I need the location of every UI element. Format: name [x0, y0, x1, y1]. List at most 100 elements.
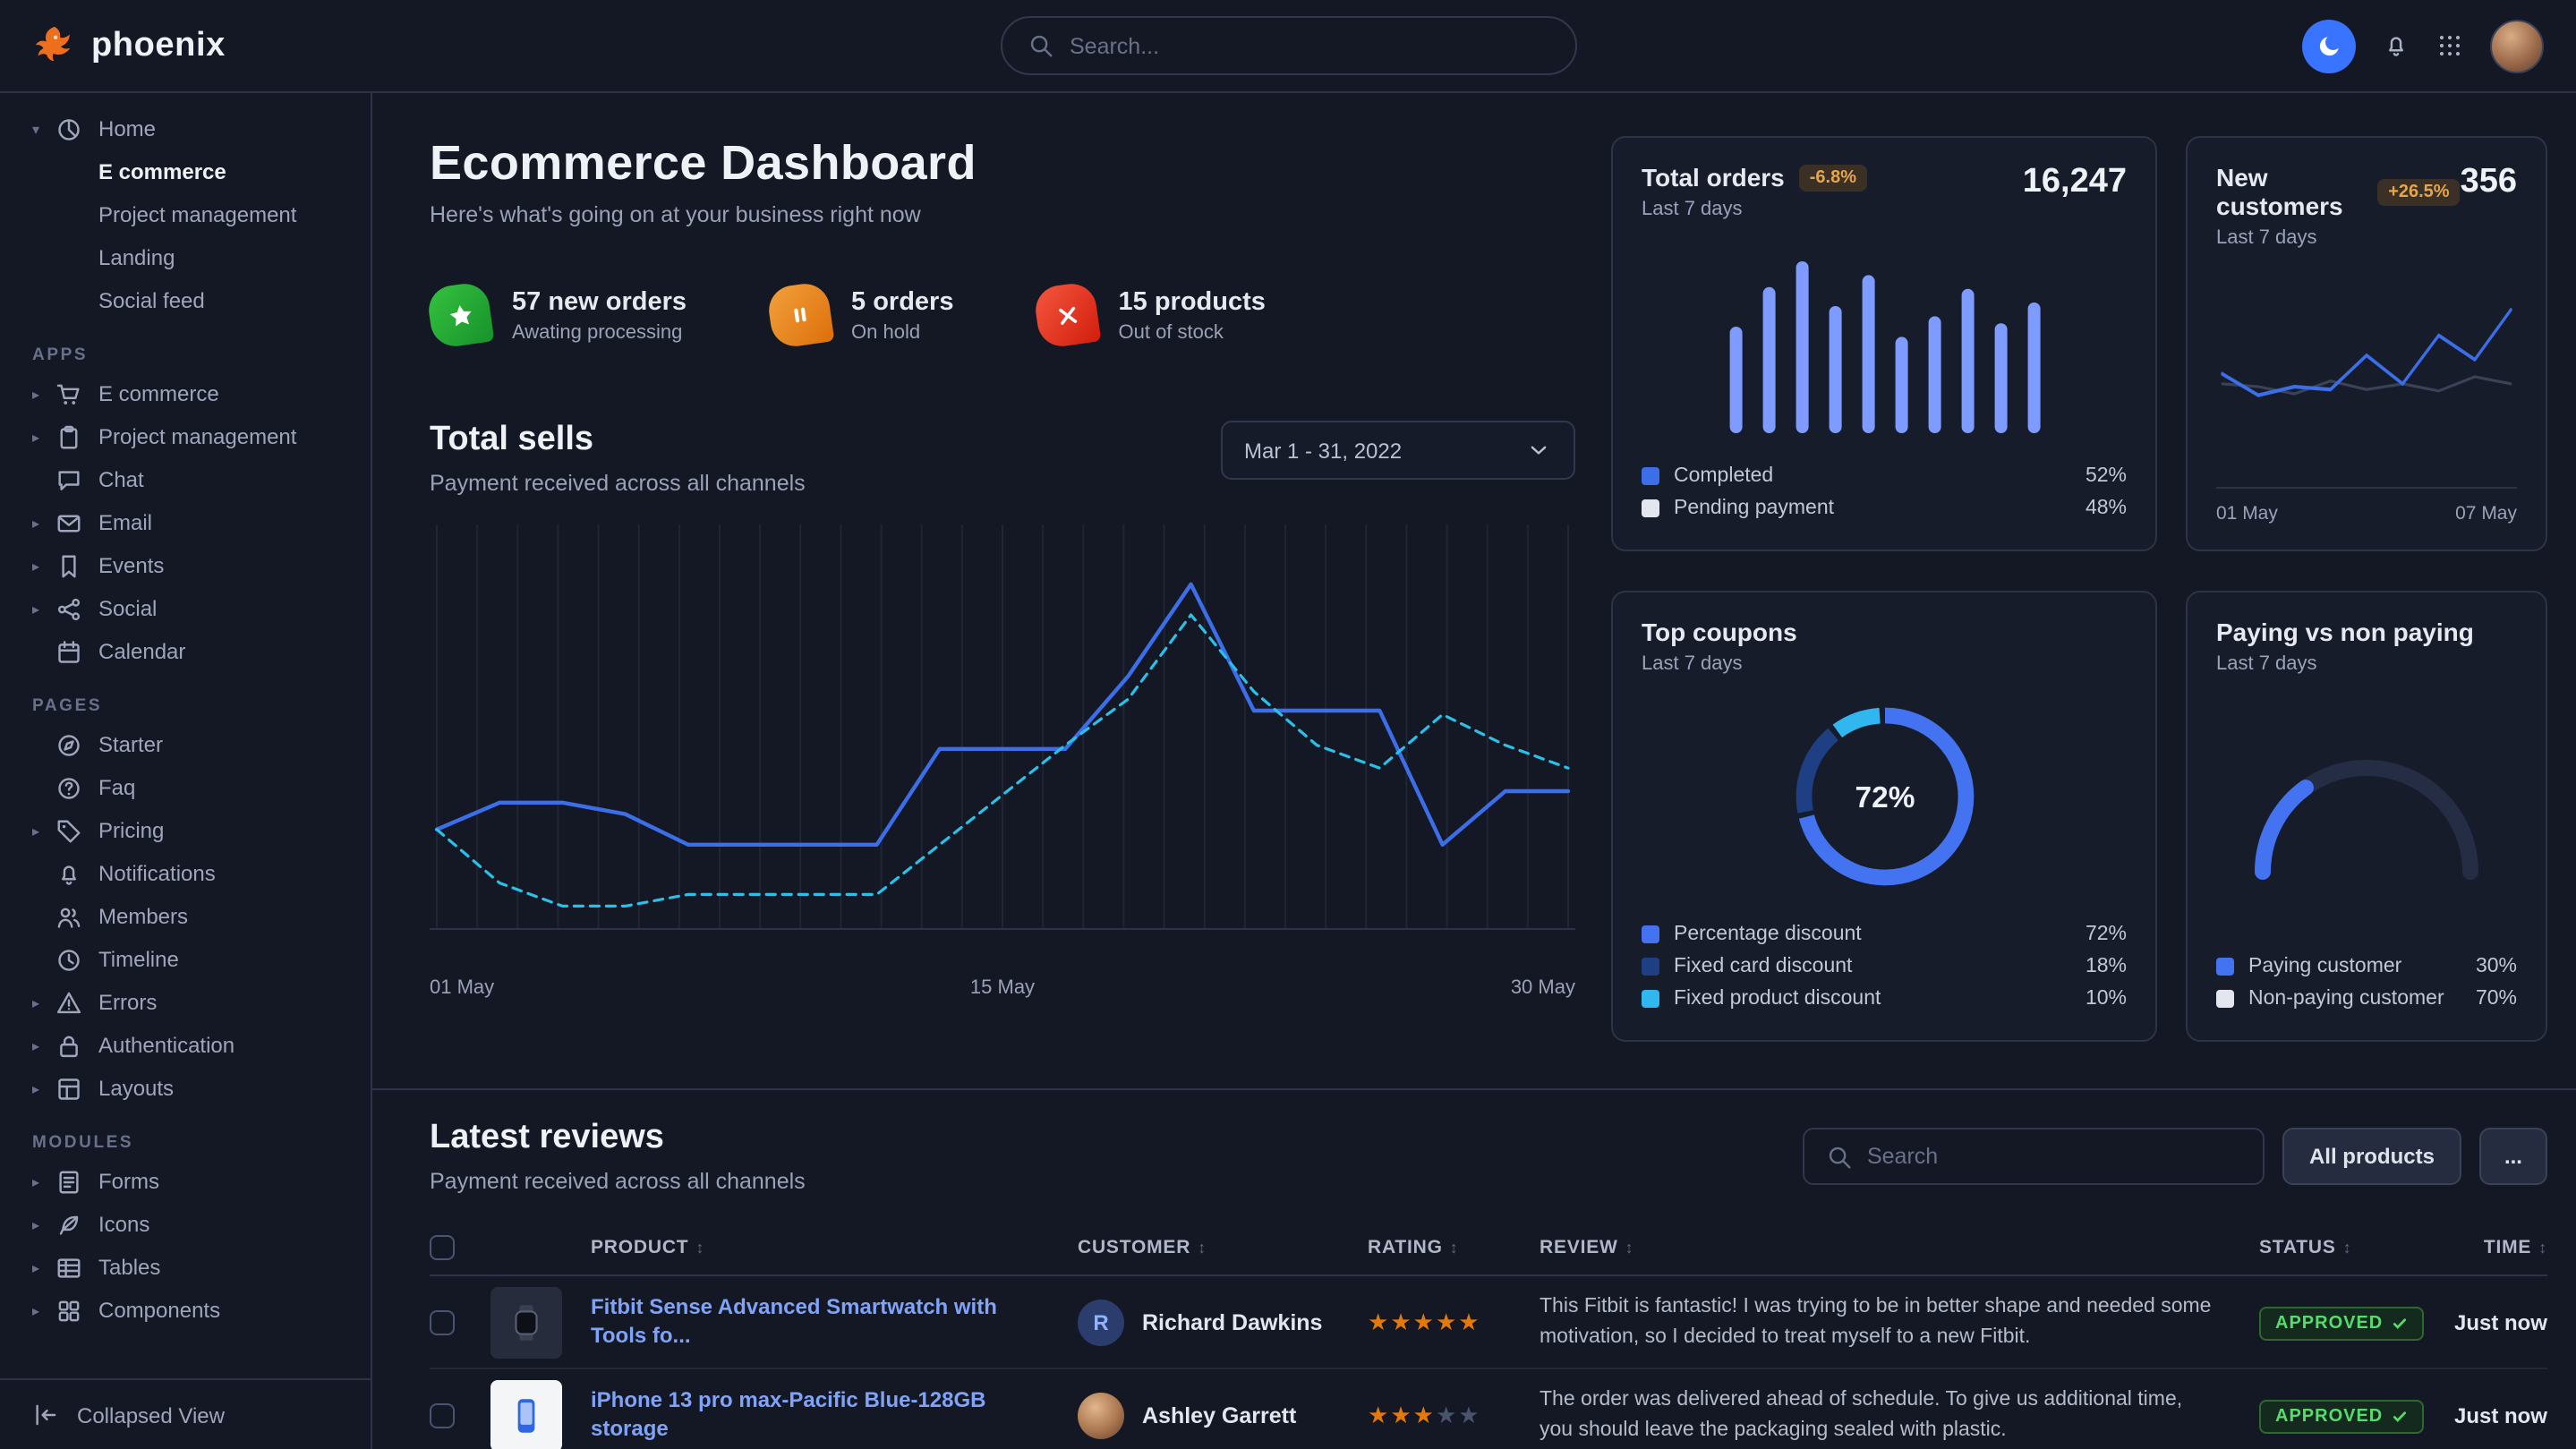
status-badge: APPROVED: [2259, 1306, 2424, 1340]
column-header-review[interactable]: REVIEW↕: [1540, 1236, 2259, 1257]
sort-icon: ↕: [1450, 1238, 1459, 1256]
reviews-subtitle: Payment received across all channels: [430, 1169, 806, 1194]
sidebar-item-e-commerce[interactable]: ▸E commerce: [0, 372, 371, 415]
users-icon: [55, 903, 82, 930]
sidebar-subitem-social-feed[interactable]: Social feed: [0, 279, 371, 322]
star-icon: ★: [1413, 1401, 1436, 1428]
legend-value: 52%: [2086, 465, 2127, 487]
sidebar-item-icons[interactable]: ▸Icons: [0, 1203, 371, 1246]
legend-swatch: [2216, 958, 2234, 976]
notifications-button[interactable]: [2383, 32, 2410, 59]
legend-swatch: [1642, 467, 1659, 485]
column-header-customer[interactable]: CUSTOMER↕: [1078, 1236, 1368, 1257]
row-checkbox[interactable]: [430, 1402, 455, 1428]
star-icon: [426, 281, 495, 350]
sidebar-item-layouts[interactable]: ▸Layouts: [0, 1067, 371, 1110]
share-icon: [55, 595, 82, 622]
sidebar-item-timeline[interactable]: Timeline: [0, 938, 371, 981]
sidebar-item-members[interactable]: Members: [0, 895, 371, 938]
collapsed-view-toggle[interactable]: Collapsed View: [0, 1378, 371, 1449]
legend-value: 48%: [2086, 498, 2127, 519]
sidebar-item-calendar[interactable]: Calendar: [0, 630, 371, 673]
sidebar-item-authentication[interactable]: ▸Authentication: [0, 1024, 371, 1067]
reviews-search-input[interactable]: [1867, 1144, 2241, 1169]
select-all-checkbox[interactable]: [430, 1234, 455, 1259]
sidebar-item-notifications[interactable]: Notifications: [0, 852, 371, 895]
review-time: Just now: [2442, 1309, 2547, 1334]
sidebar-item-label: Social: [98, 596, 157, 621]
x-label-end: 07 May: [2455, 503, 2517, 524]
legend-swatch: [1642, 958, 1659, 976]
product-link[interactable]: iPhone 13 pro max-Pacific Blue-128GB sto…: [591, 1387, 1078, 1443]
caret-icon: ▸: [32, 558, 55, 574]
star-icon: ★: [1413, 1308, 1436, 1334]
sidebar-item-email[interactable]: ▸Email: [0, 501, 371, 544]
sidebar-item-project-management[interactable]: ▸Project management: [0, 415, 371, 458]
star-icon: ★: [1368, 1308, 1390, 1334]
sidebar-nav: ▾HomeE commerceProject managementLanding…: [0, 107, 371, 1332]
sidebar-item-tables[interactable]: ▸Tables: [0, 1246, 371, 1289]
sidebar-item-home[interactable]: ▾Home: [0, 107, 371, 150]
sidebar-item-starter[interactable]: Starter: [0, 723, 371, 766]
total-orders-legend: Completed52%Pending payment48%: [1642, 460, 2127, 524]
brand-logo[interactable]: phoenix: [32, 23, 226, 68]
user-avatar[interactable]: [2490, 19, 2544, 72]
column-header-rating[interactable]: RATING↕: [1368, 1236, 1540, 1257]
sidebar-subitem-e-commerce[interactable]: E commerce: [0, 150, 371, 193]
search-input[interactable]: [1070, 33, 1549, 58]
legend-value: 10%: [2086, 988, 2127, 1010]
sidebar-item-errors[interactable]: ▸Errors: [0, 981, 371, 1024]
total-orders-chart: [1642, 240, 2126, 440]
product-thumbnail: [490, 1286, 562, 1358]
sidebar-item-label: Home: [98, 116, 156, 141]
caret-icon: ▸: [32, 1173, 55, 1189]
column-header-time[interactable]: TIME↕: [2442, 1236, 2547, 1257]
sidebar-item-label: Tables: [98, 1255, 160, 1280]
column-header-status[interactable]: STATUS↕: [2259, 1236, 2442, 1257]
sidebar-subitem-landing[interactable]: Landing: [0, 236, 371, 279]
latest-reviews-section: Latest reviews Payment received across a…: [372, 1090, 2576, 1449]
bell-icon: [2383, 32, 2410, 59]
reviews-search[interactable]: [1803, 1128, 2265, 1185]
bookmark-icon: [55, 552, 82, 579]
card-title: Top coupons: [1642, 618, 1797, 646]
sidebar-item-label: E commerce: [98, 381, 219, 406]
new-customers-card: New customers +26.5% Last 7 days 356 01 …: [2186, 136, 2547, 551]
search-icon: [1027, 32, 1053, 59]
sidebar-item-events[interactable]: ▸Events: [0, 544, 371, 587]
card-caption: Last 7 days: [2216, 653, 2517, 675]
sort-icon: ↕: [695, 1238, 704, 1256]
sidebar-item-chat[interactable]: Chat: [0, 458, 371, 501]
navbar-search[interactable]: [1000, 16, 1576, 75]
sidebar-item-components[interactable]: ▸Components: [0, 1289, 371, 1332]
stat-caption: Out of stock: [1119, 321, 1266, 343]
legend-item: Completed52%: [1642, 460, 2127, 492]
top-coupons-chart: 72%: [1778, 691, 1990, 902]
legend-item: Fixed card discount18%: [1642, 950, 2127, 983]
product-link[interactable]: Fitbit Sense Advanced Smartwatch with To…: [591, 1294, 1078, 1350]
sidebar-item-pricing[interactable]: ▸Pricing: [0, 809, 371, 852]
column-header-product[interactable]: PRODUCT↕: [591, 1236, 1078, 1257]
status-badge: APPROVED: [2259, 1399, 2424, 1433]
main-content: Ecommerce Dashboard Here's what's going …: [372, 93, 2576, 1449]
sidebar-item-social[interactable]: ▸Social: [0, 587, 371, 630]
date-range-select[interactable]: Mar 1 - 31, 2022: [1221, 421, 1575, 480]
top-coupons-legend: Percentage discount72%Fixed card discoun…: [1642, 918, 2127, 1015]
all-products-button[interactable]: All products: [2282, 1128, 2461, 1185]
apps-menu-button[interactable]: [2436, 32, 2463, 59]
sidebar-item-forms[interactable]: ▸Forms: [0, 1160, 371, 1203]
theme-toggle-button[interactable]: [2302, 19, 2356, 72]
sidebar-item-label: Chat: [98, 467, 144, 492]
legend-item: Percentage discount72%: [1642, 918, 2127, 950]
lock-icon: [55, 1032, 82, 1059]
legend-item: Non-paying customer70%: [2216, 983, 2517, 1015]
review-text: The order was delivered ahead of schedul…: [1540, 1385, 2259, 1445]
more-options-button[interactable]: ...: [2479, 1128, 2547, 1185]
sidebar-subitem-project-management[interactable]: Project management: [0, 193, 371, 236]
total-orders-card: Total orders -6.8% Last 7 days 16,247 Co…: [1611, 136, 2157, 551]
form-icon: [55, 1168, 82, 1195]
sort-icon: ↕: [2343, 1238, 2352, 1256]
sidebar-item-faq[interactable]: Faq: [0, 766, 371, 809]
row-checkbox[interactable]: [430, 1309, 455, 1334]
moon-icon: [2316, 32, 2342, 59]
